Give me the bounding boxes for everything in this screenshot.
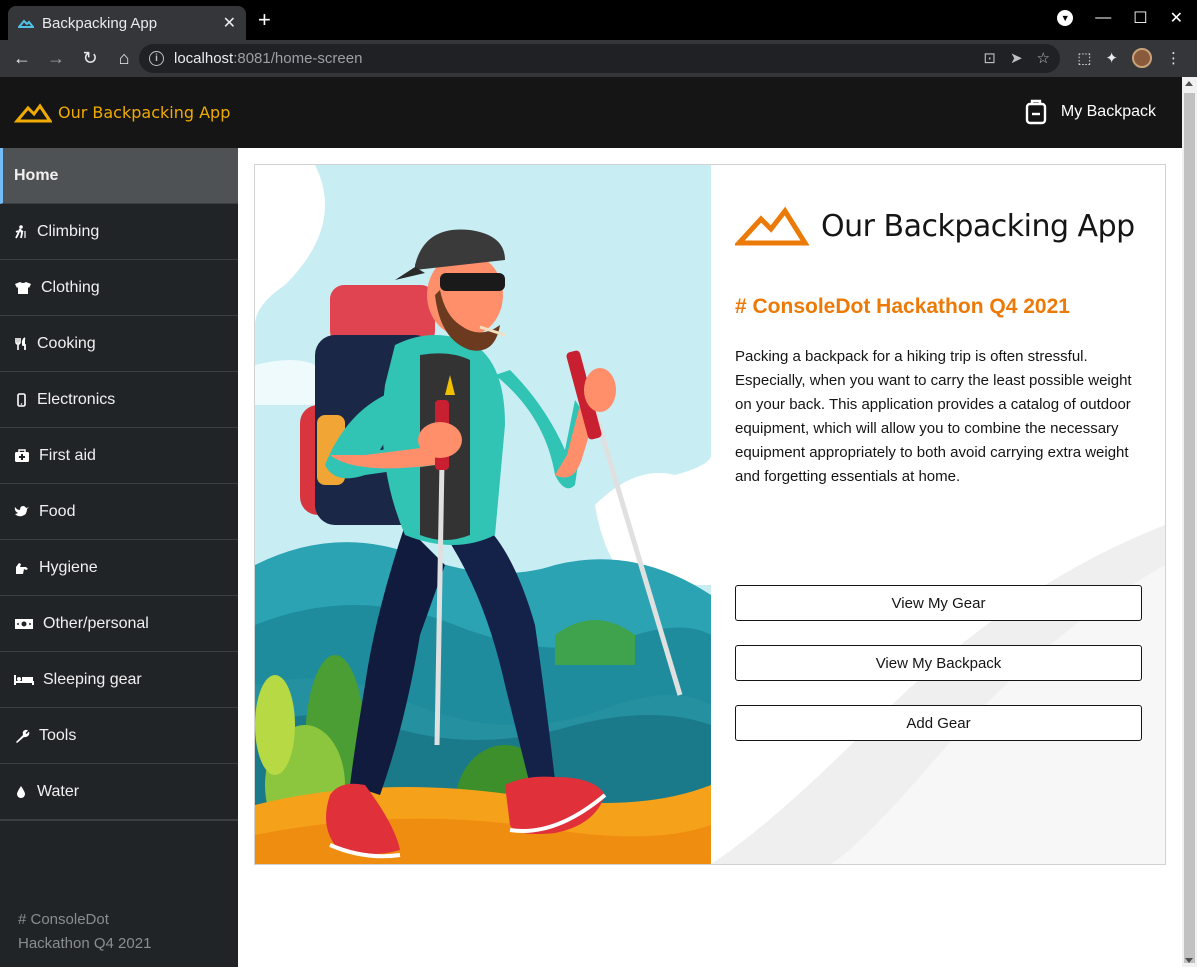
- back-icon[interactable]: ←: [6, 43, 38, 75]
- new-tab-button[interactable]: +: [258, 9, 271, 31]
- forward-icon[interactable]: →: [40, 43, 72, 75]
- footer-line-2: Hackathon Q4 2021: [18, 935, 152, 952]
- sidebar-item-food[interactable]: Food: [0, 484, 238, 540]
- sidebar-item-label: Clothing: [41, 278, 100, 296]
- send-icon[interactable]: ➤: [1010, 49, 1023, 67]
- scroll-down-arrow-icon[interactable]: [1185, 958, 1193, 963]
- intro-pane: Our Backpacking App # ConsoleDot Hackath…: [711, 165, 1165, 864]
- minimize-icon[interactable]: —: [1095, 9, 1111, 27]
- close-window-icon[interactable]: ✕: [1170, 8, 1183, 28]
- extensions-icon[interactable]: ✦: [1105, 49, 1118, 67]
- my-backpack-link[interactable]: My Backpack: [1025, 99, 1156, 125]
- main-logo-text: Our Backpacking App: [821, 208, 1135, 244]
- view-my-gear-button[interactable]: View My Gear: [735, 585, 1142, 621]
- hand-icon: [14, 561, 30, 575]
- sidebar-item-label: Food: [39, 502, 76, 520]
- bed-icon: [14, 673, 34, 687]
- url-path: :8081/home-screen: [233, 50, 363, 67]
- bird-icon: [14, 505, 30, 519]
- hiker-icon: [14, 224, 28, 239]
- sidebar-item-label: Home: [14, 166, 59, 184]
- url-host: localhost: [174, 50, 234, 67]
- app-favicon-icon: [18, 19, 34, 28]
- sidebar-item-climbing[interactable]: Climbing: [0, 204, 238, 260]
- money-icon: [14, 617, 34, 631]
- home-card: Our Backpacking App # ConsoleDot Hackath…: [254, 164, 1166, 865]
- mountain-logo-icon: [14, 103, 52, 123]
- reload-icon[interactable]: ↻: [74, 43, 106, 75]
- medkit-icon: [14, 448, 30, 463]
- sidebar-item-other-personal[interactable]: Other/personal: [0, 596, 238, 652]
- home-icon[interactable]: ⌂: [108, 43, 140, 75]
- sidebar-item-clothing[interactable]: Clothing: [0, 260, 238, 316]
- maximize-icon[interactable]: ☐: [1133, 8, 1147, 28]
- sidebar-item-first-aid[interactable]: First aid: [0, 428, 238, 484]
- sidebar-item-label: Cooking: [37, 334, 96, 352]
- tshirt-icon: [14, 281, 32, 295]
- app-description: Packing a backpack for a hiking trip is …: [735, 348, 1132, 485]
- sidebar-item-home[interactable]: Home: [0, 148, 238, 204]
- hackathon-heading: # ConsoleDot Hackathon Q4 2021: [735, 295, 1070, 318]
- view-my-backpack-button[interactable]: View My Backpack: [735, 645, 1142, 681]
- mobile-icon: [14, 392, 28, 407]
- site-info-icon[interactable]: i: [149, 51, 164, 66]
- backpack-icon: [1025, 99, 1047, 125]
- my-backpack-label: My Backpack: [1060, 103, 1156, 120]
- app-header: Our Backpacking App My Backpack: [0, 77, 1182, 148]
- scroll-up-arrow-icon[interactable]: [1185, 81, 1193, 86]
- mountain-logo-icon: [735, 206, 809, 246]
- sidebar-divider: [0, 820, 238, 821]
- browser-tab[interactable]: Backpacking App ✕: [8, 6, 246, 40]
- hiker-illustration: [255, 165, 711, 864]
- screenshot-extension-icon[interactable]: ⬚: [1077, 49, 1091, 67]
- tab-search-icon[interactable]: ▼: [1057, 10, 1074, 26]
- sidebar-item-label: Other/personal: [43, 614, 149, 632]
- sidebar-item-tools[interactable]: Tools: [0, 708, 238, 764]
- sidebar-item-hygiene[interactable]: Hygiene: [0, 540, 238, 596]
- window-controls: ▼ — ☐ ✕: [1057, 8, 1183, 28]
- sidebar-footer: # ConsoleDot Hackathon Q4 2021: [18, 908, 218, 956]
- sidebar-item-label: Hygiene: [39, 558, 98, 576]
- browser-tab-bar: Backpacking App ✕ + ▼ — ☐ ✕: [0, 0, 1197, 40]
- address-bar[interactable]: i localhost:8081/home-screen ⊡ ➤ ☆: [139, 44, 1060, 73]
- browser-toolbar: ← → ↻ ⌂ i localhost:8081/home-screen ⊡ ➤…: [0, 40, 1197, 77]
- sidebar: Home Climbing Clothing Cooking Electroni…: [0, 148, 238, 967]
- footer-line-1: # ConsoleDot: [18, 911, 109, 928]
- browser-menu-icon[interactable]: ⋮: [1166, 49, 1181, 67]
- page-scrollbar[interactable]: [1182, 77, 1197, 967]
- tab-title: Backpacking App: [42, 14, 158, 32]
- add-gear-button[interactable]: Add Gear: [735, 705, 1142, 741]
- sidebar-item-label: Climbing: [37, 222, 100, 240]
- translate-icon[interactable]: ⊡: [983, 49, 996, 67]
- sidebar-item-cooking[interactable]: Cooking: [0, 316, 238, 372]
- main-logo: Our Backpacking App: [735, 205, 1135, 247]
- sidebar-item-label: Sleeping gear: [43, 670, 142, 688]
- sidebar-item-label: First aid: [39, 446, 96, 464]
- bookmark-star-icon[interactable]: ☆: [1037, 49, 1050, 67]
- wrench-icon: [14, 729, 30, 743]
- drop-icon: [14, 785, 28, 799]
- sidebar-item-sleeping-gear[interactable]: Sleeping gear: [0, 652, 238, 708]
- sidebar-item-label: Electronics: [37, 390, 116, 408]
- utensils-icon: [14, 336, 28, 351]
- brand-name: Our Backpacking App: [58, 102, 231, 122]
- profile-avatar[interactable]: [1132, 48, 1152, 68]
- brand-logo[interactable]: Our Backpacking App: [14, 100, 230, 124]
- scroll-thumb[interactable]: [1184, 93, 1195, 963]
- sidebar-item-label: Water: [37, 782, 80, 800]
- sidebar-item-electronics[interactable]: Electronics: [0, 372, 238, 428]
- sidebar-item-label: Tools: [39, 726, 77, 744]
- tab-close-icon[interactable]: ✕: [223, 13, 236, 33]
- sidebar-item-water[interactable]: Water: [0, 764, 238, 820]
- background-swoosh: [711, 525, 1165, 864]
